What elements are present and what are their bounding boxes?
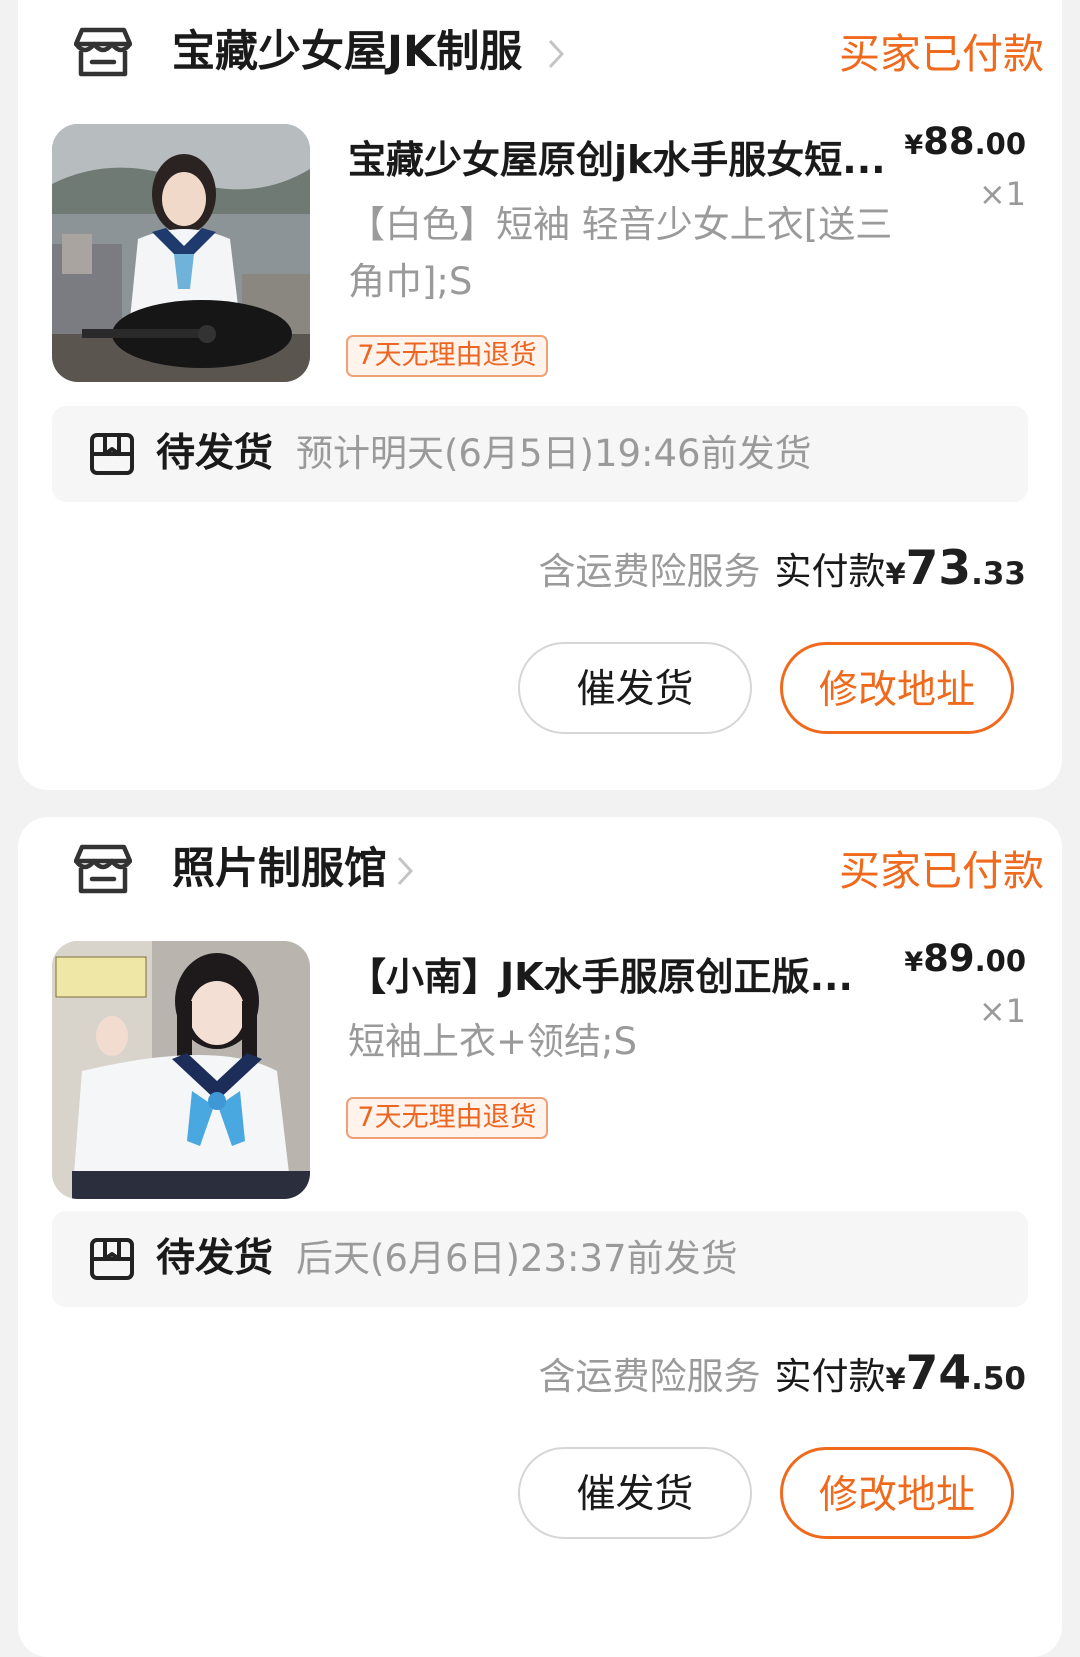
shipping-status-bar[interactable]: 待发货 后天(6月6日)23:37前发货: [52, 1211, 1028, 1307]
shipping-eta: 后天(6月6日)23:37前发货: [296, 1237, 738, 1280]
package-icon: [90, 1238, 134, 1280]
shop-name[interactable]: 照片制服馆: [172, 837, 387, 901]
payment-summary: 含运费险服务 实付款¥73.33: [538, 541, 1026, 596]
urge-shipping-button[interactable]: 催发货: [518, 642, 752, 734]
shipping-status: 待发货: [156, 1236, 274, 1281]
order-card: 宝藏少女屋JK制服 买家已付款 宝藏少女屋原创jk水手服女短... 【白色】短袖…: [18, 0, 1062, 790]
insurance-note: 含运费险服务: [538, 550, 761, 593]
order-card: 照片制服馆 买家已付款 【小南】JK水手服原创正版... 短袖上衣+领结;S ¥…: [18, 817, 1062, 1657]
shop-header[interactable]: 宝藏少女屋JK制服 买家已付款: [54, 20, 1044, 84]
product-spec: 【白色】短袖 轻音少女上衣[送三角巾];S: [348, 203, 893, 303]
quantity: ×1: [978, 175, 1026, 213]
shipping-eta: 预计明天(6月5日)19:46前发货: [296, 432, 812, 475]
refund-badge: 7天无理由退货: [346, 1097, 548, 1139]
product-spec: 短袖上衣+领结;S: [348, 1020, 637, 1063]
shop-name[interactable]: 宝藏少女屋JK制服: [172, 20, 522, 84]
paid-label: 实付款: [774, 1355, 886, 1398]
payment-summary: 含运费险服务 实付款¥74.50: [538, 1346, 1026, 1401]
shop-icon: [74, 844, 132, 894]
order-status: 买家已付款: [839, 30, 1044, 78]
paid-amount: 73: [905, 541, 972, 596]
price-box: ¥88.00 ×1: [904, 120, 1026, 213]
change-address-button[interactable]: 修改地址: [780, 1447, 1014, 1539]
urge-shipping-button[interactable]: 催发货: [518, 1447, 752, 1539]
shipping-status-bar[interactable]: 待发货 预计明天(6月5日)19:46前发货: [52, 406, 1028, 502]
shop-icon: [74, 27, 132, 77]
product-title[interactable]: 【小南】JK水手服原创正版...: [348, 947, 908, 1007]
paid-label: 实付款: [774, 550, 886, 593]
quantity: ×1: [978, 992, 1026, 1030]
insurance-note: 含运费险服务: [538, 1355, 761, 1398]
shipping-status: 待发货: [156, 431, 274, 476]
product-title[interactable]: 宝藏少女屋原创jk水手服女短...: [348, 130, 908, 190]
chevron-right-icon: [397, 856, 414, 886]
product-image[interactable]: [52, 124, 310, 382]
package-icon: [90, 433, 134, 475]
shop-header[interactable]: 照片制服馆 买家已付款: [54, 837, 1044, 901]
price-box: ¥89.00 ×1: [904, 937, 1026, 1030]
unit-price: ¥88.00: [904, 120, 1026, 163]
unit-price: ¥89.00: [904, 937, 1026, 980]
paid-amount: 74: [905, 1346, 972, 1401]
refund-badge: 7天无理由退货: [346, 335, 548, 377]
order-status: 买家已付款: [839, 847, 1044, 895]
chevron-right-icon: [548, 39, 565, 69]
change-address-button[interactable]: 修改地址: [780, 642, 1014, 734]
product-image[interactable]: [52, 941, 310, 1199]
